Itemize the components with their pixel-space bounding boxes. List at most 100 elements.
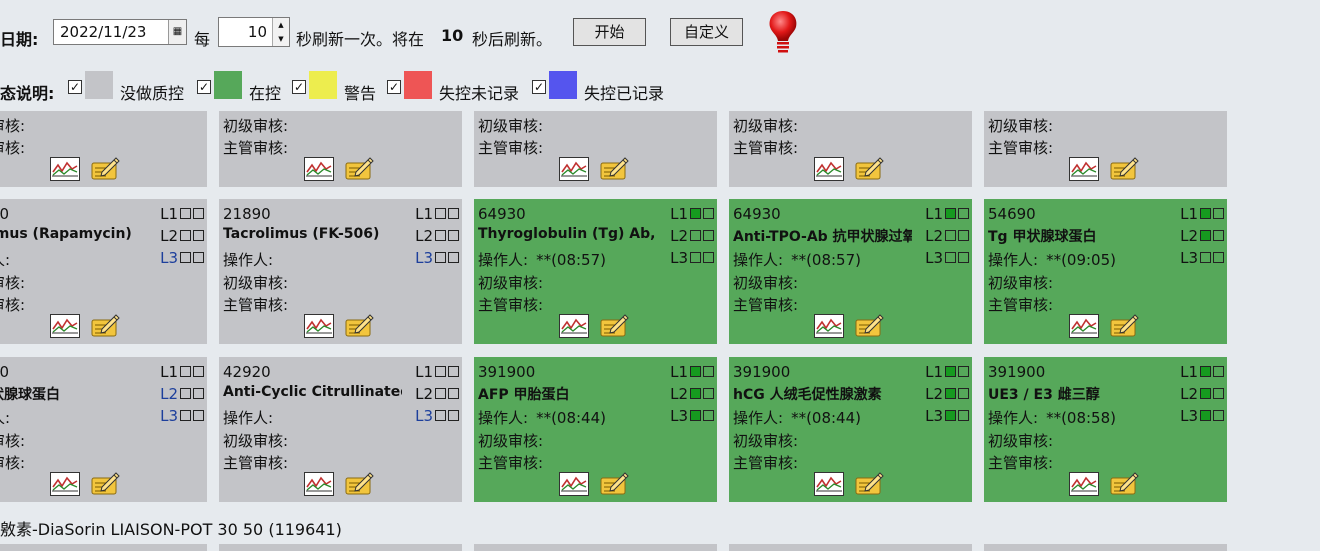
level-box-primary [690, 410, 701, 421]
level-label: L2 [415, 384, 433, 403]
level-box-primary [435, 388, 446, 399]
edit-icon[interactable] [599, 157, 629, 181]
qc-card[interactable]: 54690 Tg 甲状腺球蛋白 操作人: **(09:05) 初级审核: 主管审核: L1 L… [984, 199, 1227, 344]
date-input[interactable]: 2022/11/23 ▦ [53, 19, 187, 45]
chart-icon[interactable] [814, 157, 844, 181]
level-label: L1 [670, 204, 688, 223]
operator-value: **(08:58) [1046, 409, 1116, 427]
chart-icon[interactable] [814, 314, 844, 338]
chart-icon[interactable] [814, 472, 844, 496]
chart-icon[interactable] [304, 472, 334, 496]
edit-icon[interactable] [599, 314, 629, 338]
operator-row: 操作人: [223, 407, 281, 428]
qc-card[interactable]: 21890 Tacrolimus (FK-506) 操作人: 初级审核: 主管审核: L1… [219, 199, 462, 344]
chart-icon[interactable] [559, 314, 589, 338]
level-label: L3 [160, 406, 178, 425]
edit-icon[interactable] [854, 472, 884, 496]
qc-card[interactable]: 64930 Anti-TPO-Ab 抗甲状腺过氧 操作人: **(08:57) 初级审核… [729, 199, 972, 344]
manager-review-label: 审核: [0, 139, 26, 157]
operator-label: 操作人: [223, 409, 274, 427]
edit-icon[interactable] [344, 472, 374, 496]
level-l1-indicator: L1 [415, 205, 459, 222]
chart-icon[interactable] [50, 157, 80, 181]
chart-icon[interactable] [1069, 157, 1099, 181]
level-l3-indicator: L3 [415, 407, 459, 424]
chart-icon[interactable] [50, 314, 80, 338]
initial-review-label: 初级审核: [988, 274, 1054, 292]
level-box-primary [945, 230, 956, 241]
custom-button[interactable]: 自定义 [670, 18, 743, 46]
initial-review-label: 审核: [0, 274, 26, 292]
qc-card-partial [729, 544, 972, 551]
stepper-up-icon[interactable]: ▲ [273, 18, 289, 32]
level-box-secondary [1213, 252, 1224, 263]
chart-icon[interactable] [50, 472, 80, 496]
qc-card[interactable]: 64930 Thyroglobulin (Tg) Ab, To 操作人: **(08:… [474, 199, 717, 344]
level-box-primary [180, 366, 191, 377]
level-label: L2 [415, 226, 433, 245]
test-name: Anti-TPO-Ab 抗甲状腺过氧 [733, 229, 912, 245]
qc-card[interactable]: 初级审核: 主管审核: [729, 111, 972, 187]
legend-checkbox-out-unrecorded[interactable]: ✓ [387, 80, 401, 94]
level-box-primary [690, 252, 701, 263]
qc-card[interactable]: 391900 UE3 / E3 雌三醇 操作人: **(08:58) 初级审核: 主管审核… [984, 357, 1227, 502]
level-label: L2 [925, 384, 943, 403]
qc-card[interactable]: 初级审核: 主管审核: [474, 111, 717, 187]
operator-row: 人: [0, 249, 18, 270]
edit-icon[interactable] [599, 472, 629, 496]
level-box-secondary [193, 252, 204, 263]
chart-icon[interactable] [559, 157, 589, 181]
qc-card[interactable]: 审核: 审核: [0, 111, 207, 187]
level-box-secondary [703, 388, 714, 399]
manager-review-label: 主管审核: [478, 454, 544, 472]
qc-card[interactable]: 391900 AFP 甲胎蛋白 操作人: **(08:44) 初级审核: 主管审核: L1 L… [474, 357, 717, 502]
qc-card[interactable]: 90 imus (Rapamycin) 人: 审核: 审核: L1 L2 L3 [0, 199, 207, 344]
level-box-primary [1200, 252, 1211, 263]
edit-icon[interactable] [854, 157, 884, 181]
edit-icon[interactable] [90, 472, 120, 496]
level-box-secondary [1213, 230, 1224, 241]
test-name: Tacrolimus (FK-506) [223, 226, 380, 242]
chart-icon[interactable] [1069, 314, 1099, 338]
edit-icon[interactable] [344, 157, 374, 181]
legend-checkbox-out-recorded[interactable]: ✓ [532, 80, 546, 94]
level-box-secondary [958, 208, 969, 219]
start-button[interactable]: 开始 [573, 18, 646, 46]
chart-icon[interactable] [559, 472, 589, 496]
test-code: 391900 [733, 363, 791, 381]
level-box-secondary [448, 388, 459, 399]
edit-icon[interactable] [1109, 314, 1139, 338]
level-label: L3 [415, 406, 433, 425]
edit-icon[interactable] [344, 314, 374, 338]
qc-card[interactable]: 42920 Anti-Cyclic Citrullinated P 操作人: 初级审核… [219, 357, 462, 502]
level-box-primary [180, 388, 191, 399]
legend-checkbox-warning[interactable]: ✓ [292, 80, 306, 94]
qc-card[interactable]: 初级审核: 主管审核: [219, 111, 462, 187]
edit-icon[interactable] [1109, 472, 1139, 496]
legend-checkbox-in-control[interactable]: ✓ [197, 80, 211, 94]
chart-icon[interactable] [304, 157, 334, 181]
calendar-icon[interactable]: ▦ [168, 20, 186, 44]
stepper-down-icon[interactable]: ▼ [273, 32, 289, 46]
legend-checkbox-no-qc[interactable]: ✓ [68, 80, 82, 94]
edit-icon[interactable] [90, 314, 120, 338]
level-l2-indicator: L2 [925, 385, 969, 402]
chart-icon[interactable] [304, 314, 334, 338]
level-label: L1 [1180, 204, 1198, 223]
qc-card[interactable]: 初级审核: 主管审核: [984, 111, 1227, 187]
level-box-primary [435, 410, 446, 421]
level-label: L3 [160, 248, 178, 267]
date-value: 2022/11/23 [60, 23, 147, 41]
edit-icon[interactable] [1109, 157, 1139, 181]
qc-card-partial [219, 544, 462, 551]
interval-value: 10 [247, 23, 267, 41]
edit-icon[interactable] [854, 314, 884, 338]
level-box-primary [435, 366, 446, 377]
chart-icon[interactable] [1069, 472, 1099, 496]
interval-stepper[interactable]: 10 ▲ ▼ [218, 17, 290, 47]
level-box-primary [1200, 410, 1211, 421]
manager-review-label: 主管审核: [223, 296, 289, 314]
qc-card[interactable]: 20 状腺球蛋白人: 审核: 审核: L1 L2 L3 [0, 357, 207, 502]
edit-icon[interactable] [90, 157, 120, 181]
qc-card[interactable]: 391900 hCG 人绒毛促性腺激素 操作人: **(08:44) 初级审核: 主管审核… [729, 357, 972, 502]
